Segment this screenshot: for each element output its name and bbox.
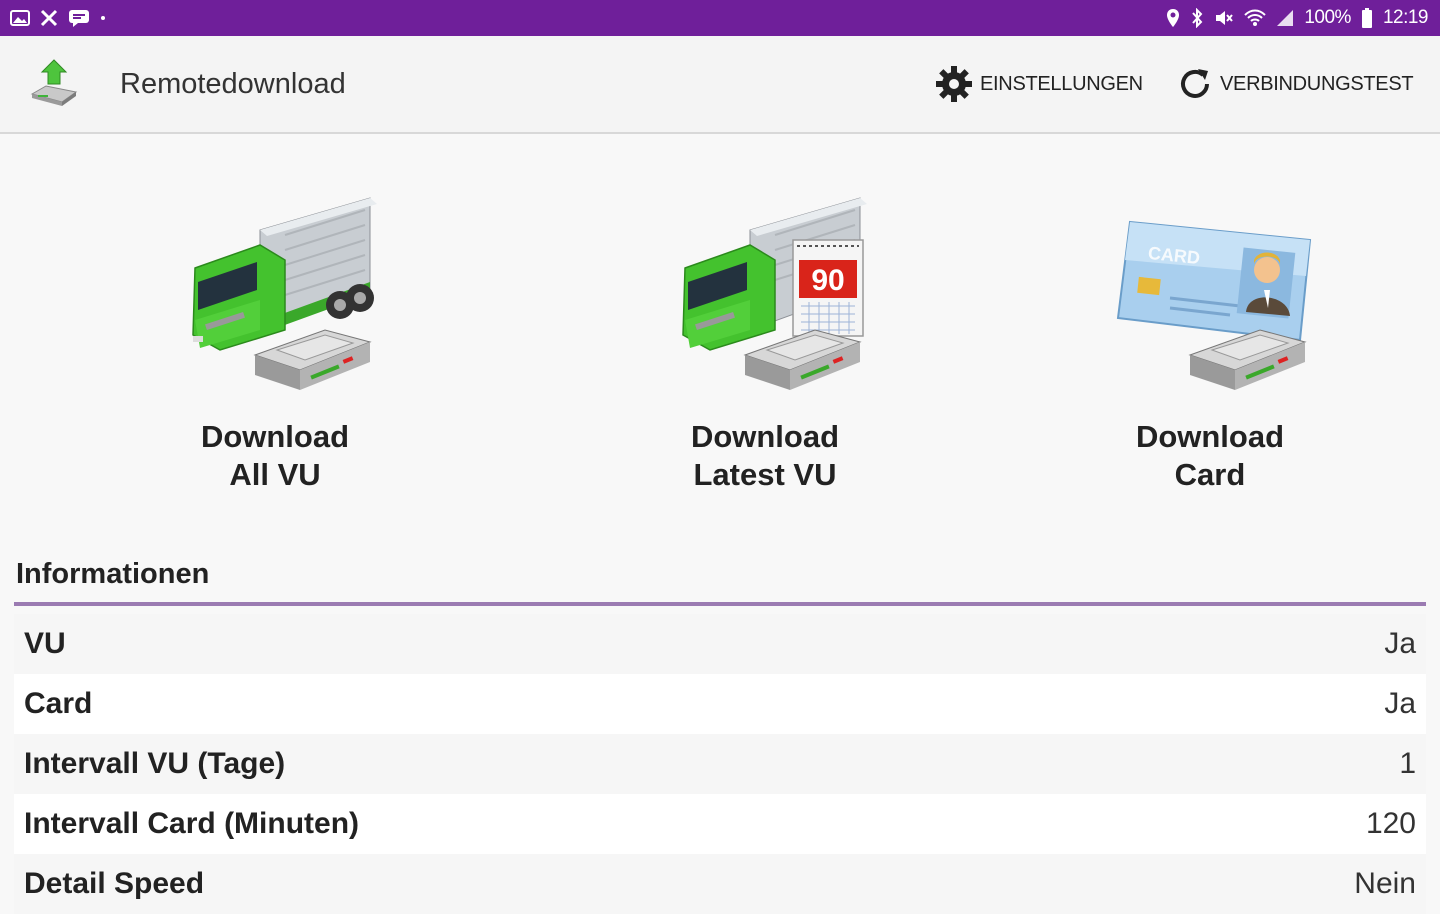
info-value: 120 <box>1365 807 1416 840</box>
info-row-detail-speed: Detail Speed Nein <box>14 854 1426 914</box>
settings-button[interactable]: EINSTELLUNGEN <box>934 62 1143 106</box>
status-bar: 100% 12:19 <box>0 0 1440 36</box>
signal-icon <box>1276 7 1294 29</box>
connection-test-label: VERBINDUNGSTEST <box>1220 72 1414 95</box>
info-value: Ja <box>1384 627 1416 660</box>
info-list: VU Ja Card Ja Intervall VU (Tage) 1 Inte… <box>14 614 1426 914</box>
tile-label-line2: All VU <box>229 457 321 492</box>
info-section-title: Informationen <box>16 558 210 590</box>
info-row-vu: VU Ja <box>14 614 1426 674</box>
image-icon <box>10 7 30 29</box>
info-divider <box>14 602 1426 606</box>
truck-download-icon <box>165 190 385 400</box>
info-label: Intervall VU (Tage) <box>24 747 286 780</box>
battery-icon <box>1361 7 1373 29</box>
bluetooth-icon <box>1190 7 1204 29</box>
app-bar: Remotedownload EINSTELLUNGEN VERBINDUNGS… <box>0 36 1440 134</box>
info-value: Ja <box>1384 687 1416 720</box>
tile-label-line1: Download <box>1135 419 1285 454</box>
tile-label-line2: Card <box>1174 457 1246 492</box>
info-label: Card <box>24 687 93 720</box>
battery-percent: 100% <box>1304 7 1351 28</box>
tools-icon <box>40 7 58 29</box>
info-row-interval-card: Intervall Card (Minuten) 120 <box>14 794 1426 854</box>
info-row-interval-vu: Intervall VU (Tage) 1 <box>14 734 1426 794</box>
download-all-vu-tile[interactable]: Download All VU <box>125 190 425 494</box>
tile-label: Download Latest VU <box>615 418 915 494</box>
status-left <box>10 7 106 29</box>
dot-icon <box>100 7 106 29</box>
app-logo-icon <box>28 58 80 110</box>
truck-calendar-download-icon: 90 <box>655 190 875 400</box>
gear-icon <box>934 64 974 104</box>
tile-label-line1: Download <box>200 419 350 454</box>
app-title: Remotedownload <box>120 68 346 100</box>
clock: 12:19 <box>1382 7 1429 28</box>
info-row-card: Card Ja <box>14 674 1426 734</box>
status-right: 100% 12:19 <box>1166 7 1429 29</box>
refresh-icon <box>1176 65 1214 103</box>
chat-icon <box>68 7 90 29</box>
info-value: 1 <box>1399 747 1416 780</box>
card-download-icon: CARD <box>1100 190 1320 400</box>
info-value: Nein <box>1354 867 1416 900</box>
tile-label: Download Card <box>1060 418 1360 494</box>
calendar-number: 90 <box>811 264 844 297</box>
connection-test-button[interactable]: VERBINDUNGSTEST <box>1176 62 1414 106</box>
info-label: Detail Speed <box>24 867 205 900</box>
info-label: VU <box>24 627 66 660</box>
download-latest-vu-tile[interactable]: 90 Download Latest VU <box>615 190 915 494</box>
tile-label-line1: Download <box>690 419 840 454</box>
tile-label: Download All VU <box>125 418 425 494</box>
location-icon <box>1166 7 1180 29</box>
info-label: Intervall Card (Minuten) <box>24 807 360 840</box>
settings-label: EINSTELLUNGEN <box>980 72 1143 95</box>
mute-icon <box>1214 7 1234 29</box>
wifi-icon <box>1244 7 1267 29</box>
tile-label-line2: Latest VU <box>693 457 837 492</box>
download-card-tile[interactable]: CARD Download Card <box>1060 190 1360 494</box>
